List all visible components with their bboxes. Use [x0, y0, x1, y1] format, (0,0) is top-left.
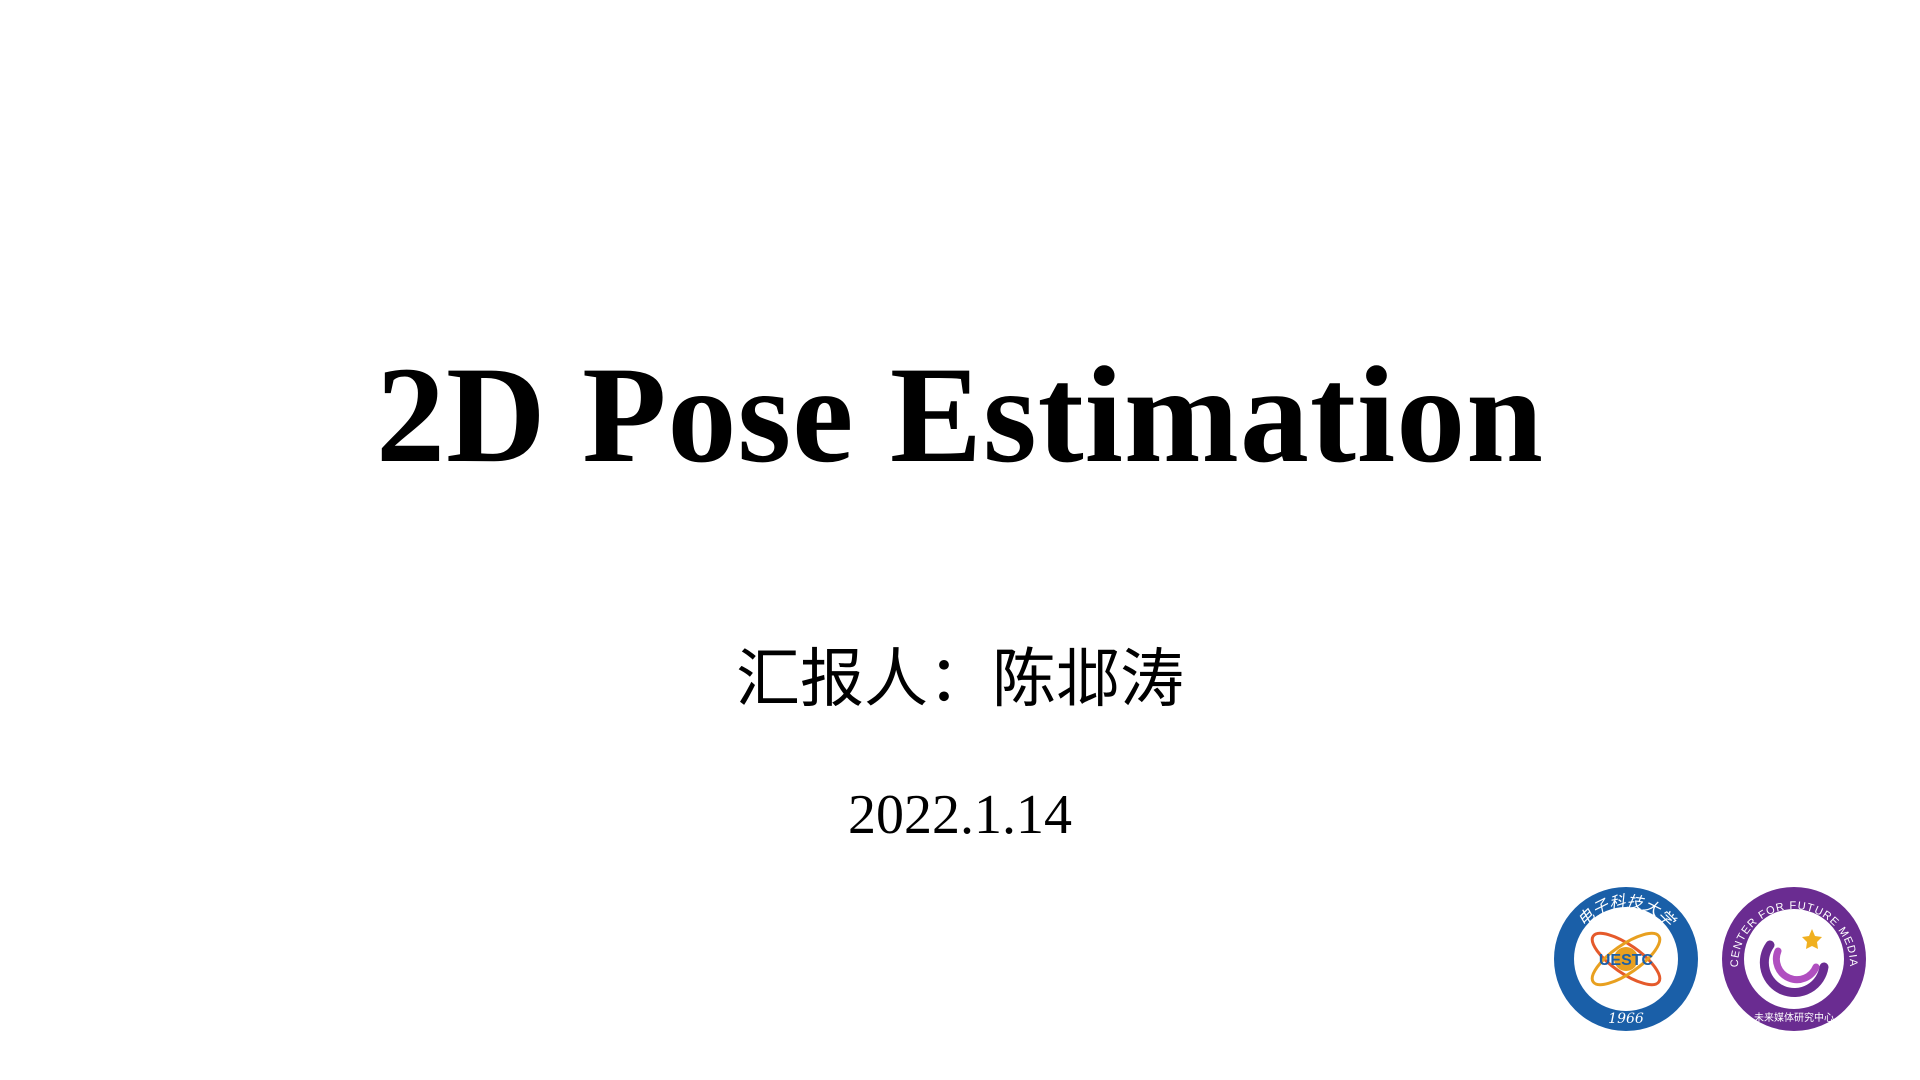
- uestc-year: 1966: [1608, 1011, 1644, 1027]
- slide-title: 2D Pose Estimation: [376, 338, 1544, 491]
- title-slide: 2D Pose Estimation 汇报人：陈邶涛 2022.1.14 电子科…: [0, 0, 1920, 1080]
- uestc-center-text: UESTC: [1599, 952, 1654, 969]
- slide-date: 2022.1.14: [848, 784, 1072, 846]
- uestc-logo: 电子科技大学 1966 UESTC: [1554, 887, 1698, 1031]
- cfm-bottom-text: 未来媒体研究中心: [1754, 1011, 1834, 1024]
- cfm-logo: CENTER FOR FUTURE MEDIA 未来媒体研究中心: [1722, 887, 1866, 1031]
- presenter-line: 汇报人：陈邶涛: [736, 643, 1184, 717]
